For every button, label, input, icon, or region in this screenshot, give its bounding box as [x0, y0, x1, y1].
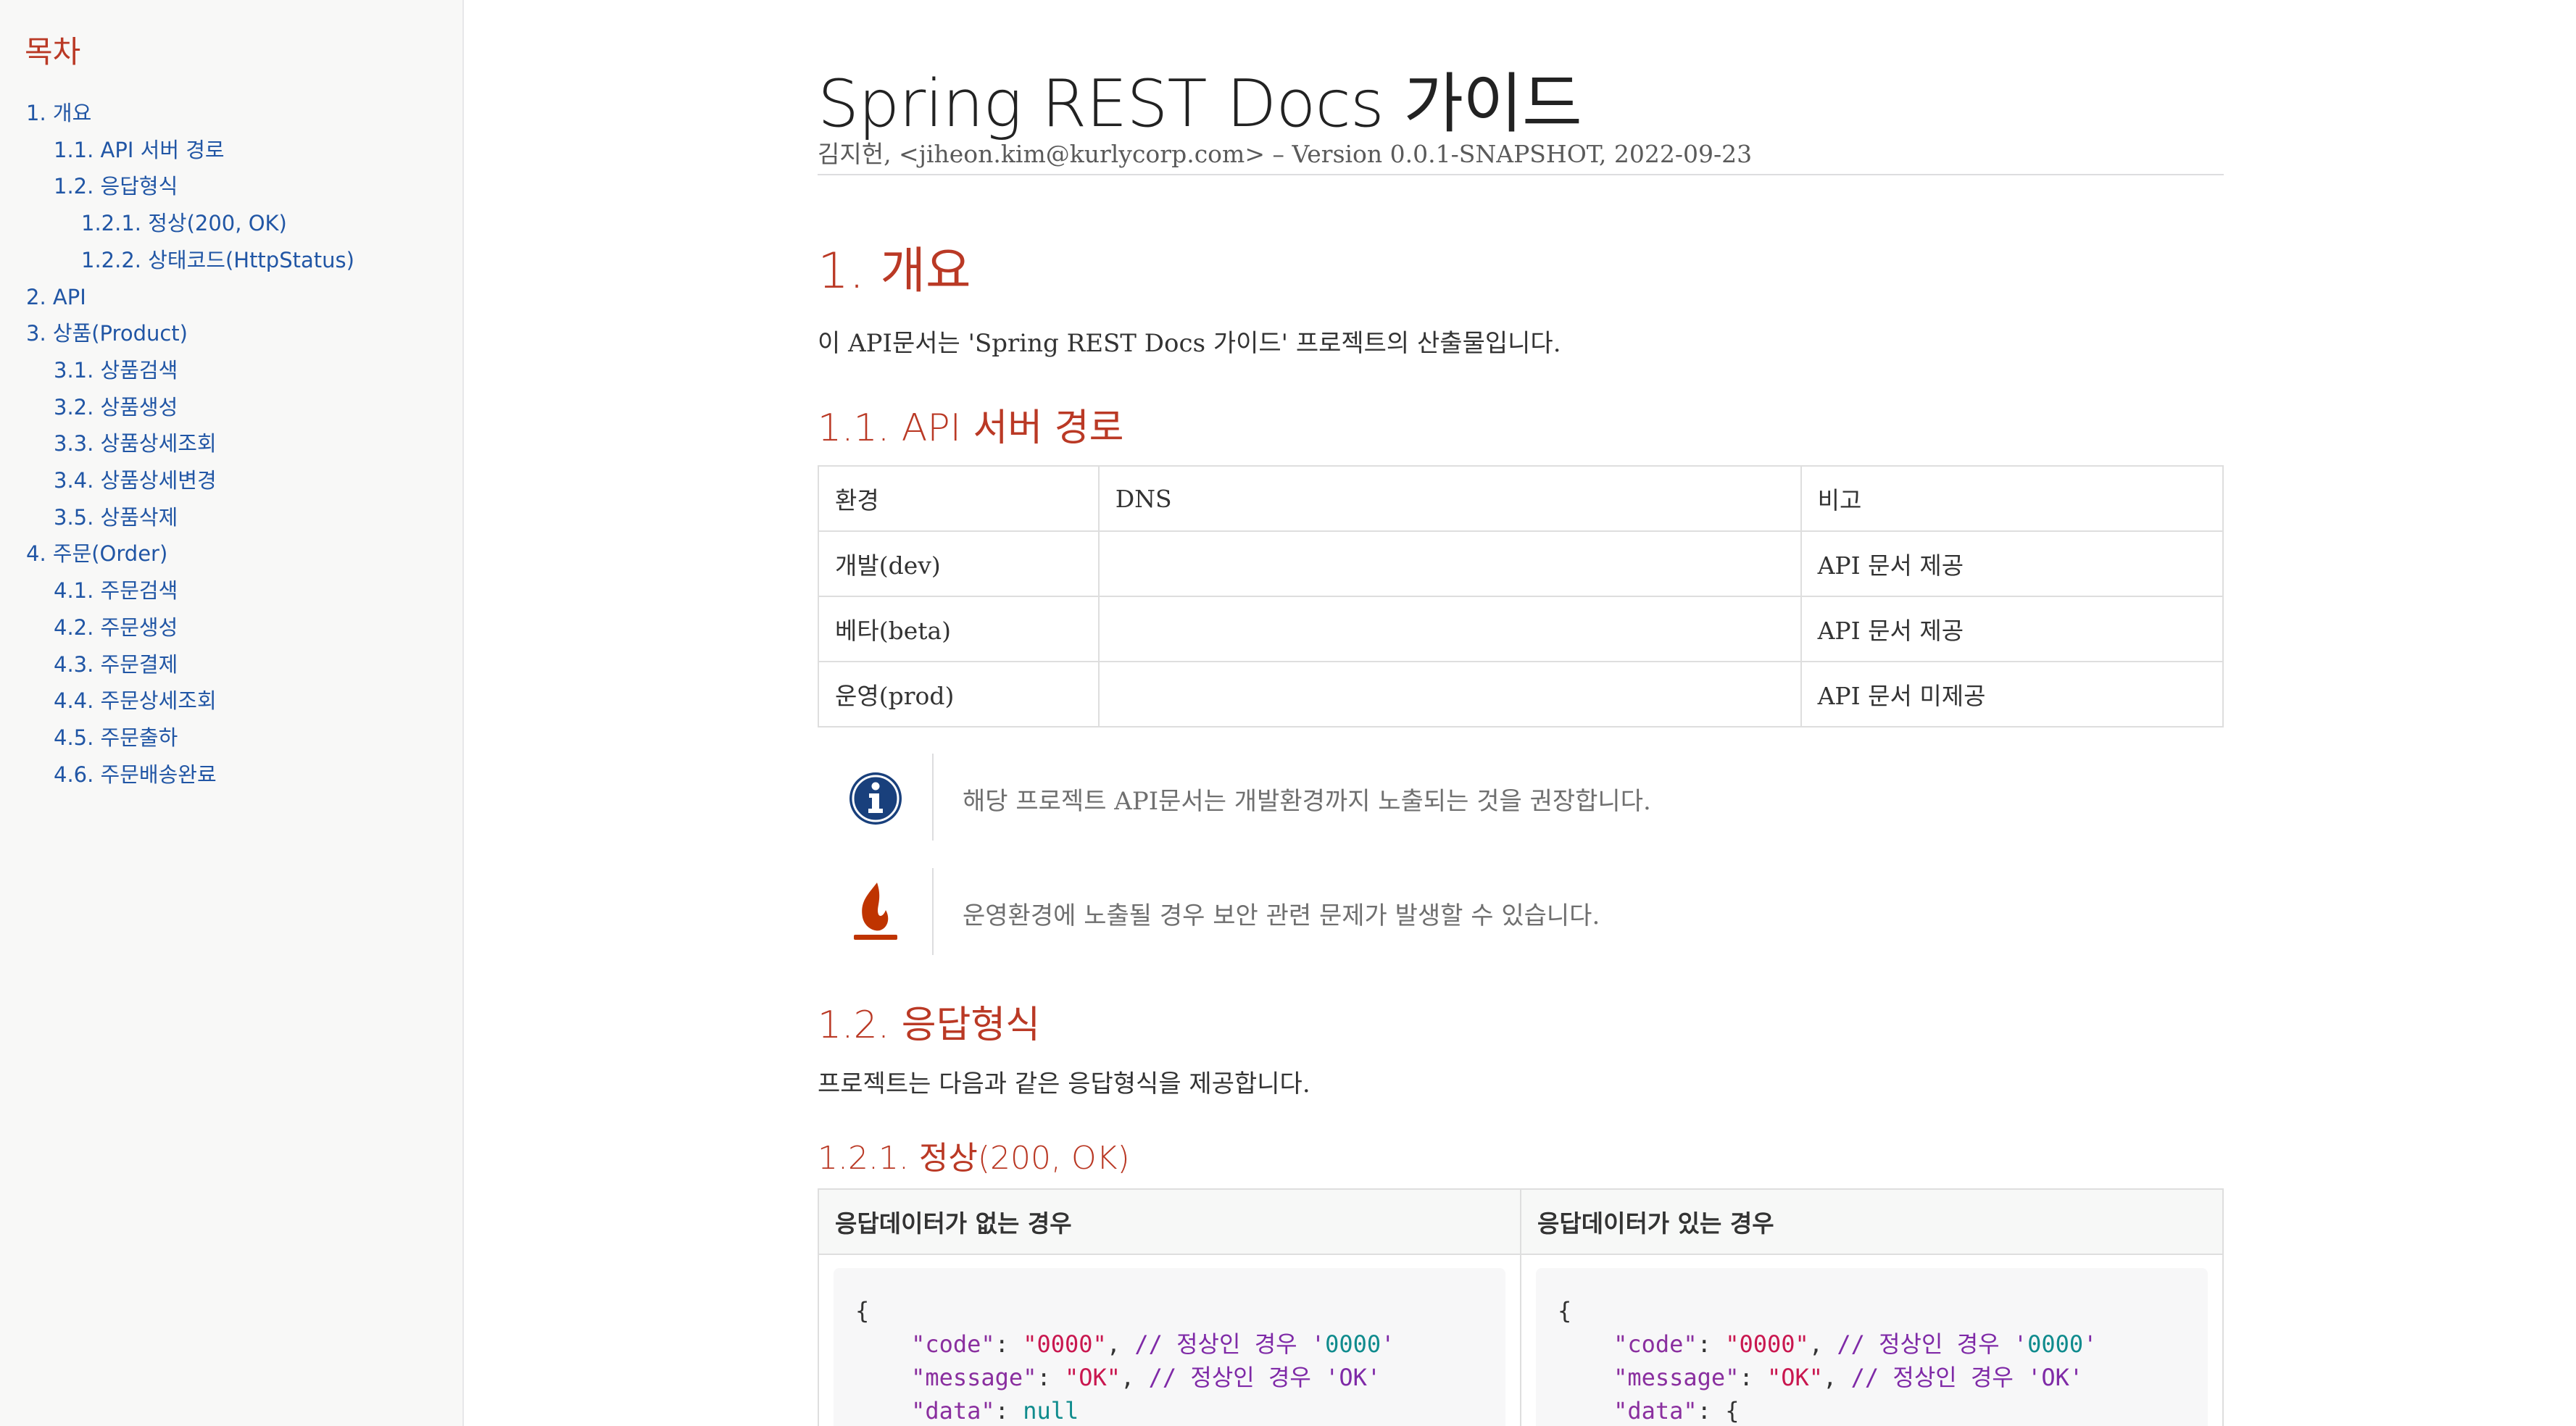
table-cell — [1097, 530, 1802, 597]
toc-link[interactable]: 4. 주문(Order) — [25, 535, 462, 572]
toc-link[interactable]: 1.2. 응답형식 — [25, 168, 462, 205]
toc-link[interactable]: 2. API — [25, 279, 462, 316]
toc-link[interactable]: 4.5. 주문출하 — [25, 720, 462, 756]
table-row: 개발(dev) API 문서 제공 — [818, 530, 2224, 597]
table-cell — [1097, 596, 1802, 662]
table-cell: 베타(beta) — [818, 596, 1100, 662]
table-cell: 비고 — [1800, 465, 2224, 532]
toc-title: 목차 — [25, 34, 81, 70]
toc-link[interactable]: 1.1. API 서버 경로 — [25, 132, 462, 169]
table-cell: API 문서 제공 — [1800, 596, 2224, 662]
toc-link[interactable]: 3.5. 상품삭제 — [25, 499, 462, 536]
table-cell: DNS — [1097, 465, 1802, 532]
author-details: 김지헌, <jiheon.kim@kurlycorp.com> – Versio… — [818, 140, 1753, 168]
server-table: 환경 DNS 비고 개발(dev) API 문서 제공 베타(beta) API 문서 제공… — [818, 465, 2224, 727]
toc-link[interactable]: 4.3. 주문결제 — [25, 646, 462, 683]
table-row: 베타(beta) API 문서 제공 — [818, 596, 2224, 662]
header-divider — [818, 174, 2224, 175]
info-circle-icon — [849, 772, 902, 825]
section-ok-heading: 1.2.1. 정상(200, OK) — [818, 1140, 1130, 1177]
table-row: 운영(prod) API 문서 미제공 — [818, 661, 2224, 727]
table-cell — [1097, 661, 1802, 727]
page-title: Spring REST Docs 가이드 — [818, 66, 1582, 142]
toc-link[interactable]: 3.1. 상품검색 — [25, 352, 462, 389]
note-text: 해당 프로젝트 API문서는 개발환경까지 노출되는 것을 권장합니다. — [963, 787, 1651, 816]
toc-list: 1. 개요 1.1. API 서버 경로 1.2. 응답형식 1.2.1. 정상(20… — [25, 95, 462, 793]
caution-text: 운영환경에 노출될 경우 보안 관련 문제가 발생할 수 있습니다. — [963, 901, 1600, 930]
response-format-table: 응답데이터가 없는 경우 응답데이터가 있는 경우 { "code": "000… — [818, 1188, 2224, 1426]
toc-link[interactable]: 4.6. 주문배송완료 — [25, 756, 462, 793]
response-paragraph: 프로젝트는 다음과 같은 응답형식을 제공합니다. — [818, 1070, 1310, 1098]
code-block-no-data: { "code": "0000", // 정상인 경우 '0000' "mess… — [834, 1268, 1505, 1426]
toc-link[interactable]: 4.4. 주문상세조회 — [25, 683, 462, 720]
flame-icon — [854, 883, 897, 940]
table-cell: 환경 — [818, 465, 1100, 532]
note-admonition: 해당 프로젝트 API문서는 개발환경까지 노출되는 것을 권장합니다. — [818, 754, 2224, 841]
column-header-no-data: 응답데이터가 없는 경우 — [818, 1188, 1521, 1255]
toc-link[interactable]: 3. 상품(Product) — [25, 315, 462, 352]
code-block-with-data: { "code": "0000", // 정상인 경우 '0000' "mess… — [1536, 1268, 2208, 1426]
table-cell: API 문서 미제공 — [1800, 661, 2224, 727]
table-header-row: 환경 DNS 비고 — [818, 465, 2224, 532]
table-cell: API 문서 제공 — [1800, 530, 2224, 597]
toc-link[interactable]: 4.1. 주문검색 — [25, 572, 462, 609]
table-cell: 운영(prod) — [818, 661, 1100, 727]
section-overview-heading: 1. 개요 — [818, 243, 971, 300]
toc-link[interactable]: 4.2. 주문생성 — [25, 609, 462, 646]
toc-link[interactable]: 1. 개요 — [25, 95, 462, 132]
section-server-heading: 1.1. API 서버 경로 — [818, 406, 1124, 450]
overview-paragraph: 이 API문서는 'Spring REST Docs 가이드' 프로젝트의 산출… — [818, 329, 1561, 358]
column-header-with-data: 응답데이터가 있는 경우 — [1520, 1188, 2224, 1255]
toc-link[interactable]: 1.2.2. 상태코드(HttpStatus) — [25, 242, 462, 279]
section-response-heading: 1.2. 응답형식 — [818, 1004, 1041, 1047]
table-cell: 개발(dev) — [818, 530, 1100, 597]
caution-admonition: 운영환경에 노출될 경우 보안 관련 문제가 발생할 수 있습니다. — [818, 868, 2224, 955]
toc-link[interactable]: 3.3. 상품상세조회 — [25, 425, 462, 462]
toc-link[interactable]: 3.2. 상품생성 — [25, 389, 462, 426]
toc-sidebar: 목차 1. 개요 1.1. API 서버 경로 1.2. 응답형식 1.2.1. 정상… — [0, 0, 464, 1426]
toc-link[interactable]: 3.4. 상품상세변경 — [25, 462, 462, 499]
toc-link[interactable]: 1.2.1. 정상(200, OK) — [25, 205, 462, 242]
